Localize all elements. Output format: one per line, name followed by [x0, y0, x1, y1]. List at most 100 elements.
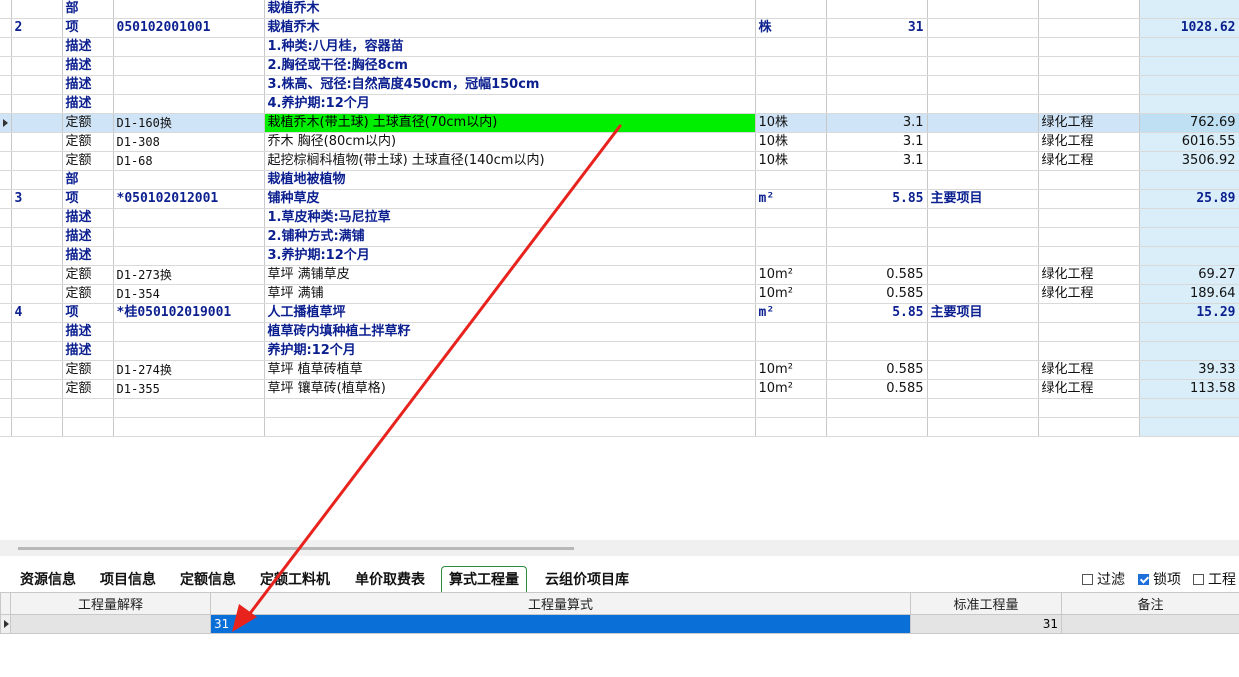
cell-unit[interactable] — [755, 75, 827, 95]
cell-total[interactable] — [1139, 398, 1239, 418]
cell-code[interactable] — [113, 398, 265, 418]
horizontal-scrollbar[interactable] — [0, 540, 1239, 556]
tab-formula-quantity[interactable]: 算式工程量 — [441, 566, 527, 593]
header-explain[interactable]: 工程量解释 — [10, 592, 211, 615]
cell-note[interactable] — [927, 227, 1039, 247]
cell-total[interactable] — [1139, 227, 1239, 247]
cell-category[interactable] — [1038, 322, 1140, 342]
cell-quantity[interactable] — [826, 322, 928, 342]
cell-explain[interactable] — [10, 614, 211, 634]
cell-remark[interactable] — [1061, 614, 1239, 634]
cell-name[interactable]: 栽植乔木(带土球) 土球直径(70cm以内) — [264, 113, 756, 133]
cell-type[interactable]: 项 — [62, 18, 114, 38]
cell-unit[interactable] — [755, 341, 827, 361]
cell-quantity[interactable]: 5.85 — [826, 189, 928, 209]
cell-code[interactable]: D1-355 — [113, 379, 265, 399]
row-indicator[interactable] — [0, 265, 12, 285]
cell-number[interactable] — [11, 417, 63, 437]
cell-category[interactable] — [1038, 37, 1140, 57]
table-row[interactable]: 2 项 050102001001 栽植乔木株 31 1028.62 — [0, 18, 1239, 38]
cell-unit[interactable]: m² — [755, 303, 827, 323]
cell-note[interactable] — [927, 208, 1039, 228]
cell-name[interactable]: 1.种类:八月桂，容器苗 — [264, 37, 756, 57]
cell-total[interactable]: 15.29 — [1139, 303, 1239, 323]
cell-code[interactable]: D1-308 — [113, 132, 265, 152]
row-indicator[interactable] — [0, 170, 12, 190]
cell-note[interactable] — [927, 56, 1039, 76]
cell-code[interactable]: 050102001001 — [113, 18, 265, 38]
engineering-option[interactable]: 工程 — [1193, 569, 1236, 589]
cell-category[interactable]: 绿化工程 — [1038, 113, 1140, 133]
cell-code[interactable]: D1-273换 — [113, 265, 265, 285]
cell-code[interactable]: *桂050102019001 — [113, 303, 265, 323]
cell-category[interactable]: 绿化工程 — [1038, 151, 1140, 171]
tab-project-info[interactable]: 项目信息 — [100, 568, 156, 592]
cell-category[interactable] — [1038, 227, 1140, 247]
cell-name[interactable]: 2.胸径或干径:胸径8cm — [264, 56, 756, 76]
cell-quantity[interactable] — [826, 208, 928, 228]
cell-number[interactable]: 3 — [11, 189, 63, 209]
cell-unit[interactable]: 10株 — [755, 113, 827, 133]
cell-type[interactable]: 项 — [62, 303, 114, 323]
cell-code[interactable] — [113, 227, 265, 247]
cell-note[interactable] — [927, 322, 1039, 342]
cell-name[interactable] — [264, 417, 756, 437]
cell-category[interactable] — [1038, 18, 1140, 38]
filter-checkbox[interactable] — [1082, 573, 1093, 585]
cell-unit[interactable]: 株 — [755, 18, 827, 38]
cell-name[interactable]: 栽植地被植物 — [264, 170, 756, 190]
cell-code[interactable] — [113, 322, 265, 342]
cell-total[interactable] — [1139, 56, 1239, 76]
cell-category[interactable]: 绿化工程 — [1038, 379, 1140, 399]
cell-total[interactable] — [1139, 322, 1239, 342]
cell-type[interactable]: 定额 — [62, 265, 114, 285]
cell-standard-quantity[interactable]: 31 — [910, 614, 1062, 634]
cell-name[interactable]: 植草砖内填种植土拌草籽 — [264, 322, 756, 342]
cell-total[interactable] — [1139, 341, 1239, 361]
cell-note[interactable] — [927, 398, 1039, 418]
cell-type[interactable]: 描述 — [62, 341, 114, 361]
cell-code[interactable] — [113, 0, 265, 19]
cell-unit[interactable] — [755, 170, 827, 190]
table-row[interactable]: 描述 1.种类:八月桂，容器苗 — [0, 37, 1239, 57]
cell-quantity[interactable]: 31 — [826, 18, 928, 38]
table-row[interactable] — [0, 398, 1239, 418]
row-indicator[interactable] — [0, 132, 12, 152]
cell-total[interactable]: 25.89 — [1139, 189, 1239, 209]
table-row[interactable]: 定额 D1-308 乔木 胸径(80cm以内) 10株 3.1 绿化工程 6016.55 — [0, 132, 1239, 152]
cell-name[interactable]: 铺种草皮 — [264, 189, 756, 209]
row-indicator[interactable] — [0, 341, 12, 361]
cell-number[interactable] — [11, 341, 63, 361]
cell-name[interactable]: 草坪 满铺草皮 — [264, 265, 756, 285]
cell-quantity[interactable] — [826, 94, 928, 114]
cell-name[interactable]: 草坪 镶草砖(植草格) — [264, 379, 756, 399]
cell-quantity[interactable]: 0.585 — [826, 265, 928, 285]
table-row[interactable]: 定额 D1-274换 草坪 植草砖植草 10m² 0.585 绿化工程 39.33 — [0, 360, 1239, 380]
cell-code[interactable] — [113, 56, 265, 76]
tab-unit-price-fee[interactable]: 单价取费表 — [355, 568, 425, 592]
cell-name[interactable] — [264, 398, 756, 418]
table-row[interactable]: 4 项 *桂050102019001 人工播植草坪 m² 5.85 主要项目 15.29 — [0, 303, 1239, 323]
cell-total[interactable]: 6016.55 — [1139, 132, 1239, 152]
cell-note[interactable] — [927, 113, 1039, 133]
cell-type[interactable] — [62, 398, 114, 418]
cell-note[interactable] — [927, 94, 1039, 114]
cell-quantity[interactable]: 0.585 — [826, 379, 928, 399]
cell-unit[interactable]: 10m² — [755, 265, 827, 285]
row-indicator[interactable] — [0, 246, 12, 266]
cell-code[interactable] — [113, 208, 265, 228]
row-indicator[interactable] — [0, 284, 12, 304]
cell-quantity[interactable] — [826, 227, 928, 247]
cell-type[interactable]: 定额 — [62, 132, 114, 152]
cell-type[interactable]: 部 — [62, 0, 114, 19]
cell-number[interactable] — [11, 151, 63, 171]
cell-quantity[interactable] — [826, 341, 928, 361]
cell-quantity[interactable]: 0.585 — [826, 284, 928, 304]
cell-note[interactable] — [927, 284, 1039, 304]
cell-total[interactable]: 189.64 — [1139, 284, 1239, 304]
cell-type[interactable]: 定额 — [62, 151, 114, 171]
lock-option[interactable]: 锁项 — [1138, 569, 1181, 589]
cell-unit[interactable]: m² — [755, 189, 827, 209]
cell-type[interactable]: 描述 — [62, 75, 114, 95]
cell-total[interactable] — [1139, 37, 1239, 57]
